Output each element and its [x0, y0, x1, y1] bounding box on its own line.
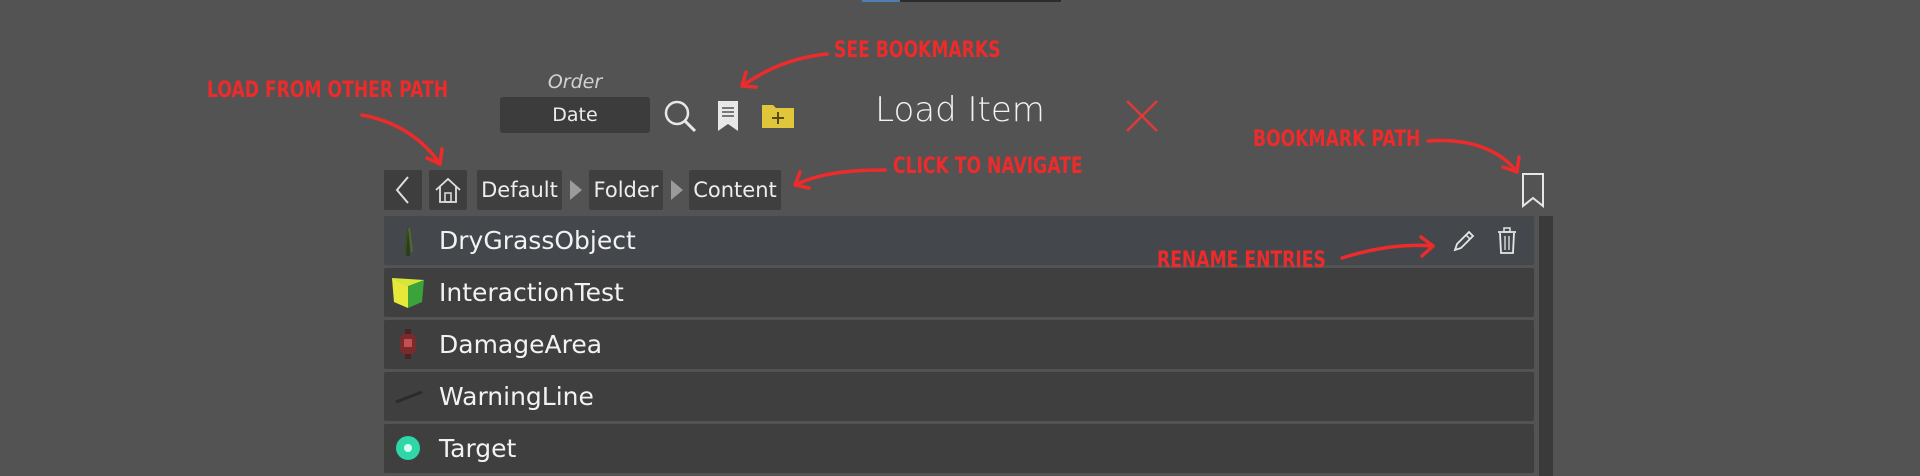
arrow-navigate	[793, 168, 887, 187]
annotation-arrows	[360, 52, 1521, 260]
arrow-rename	[1340, 243, 1435, 260]
arrow-see-bookmarks	[740, 52, 829, 88]
arrow-load-path	[360, 113, 442, 166]
